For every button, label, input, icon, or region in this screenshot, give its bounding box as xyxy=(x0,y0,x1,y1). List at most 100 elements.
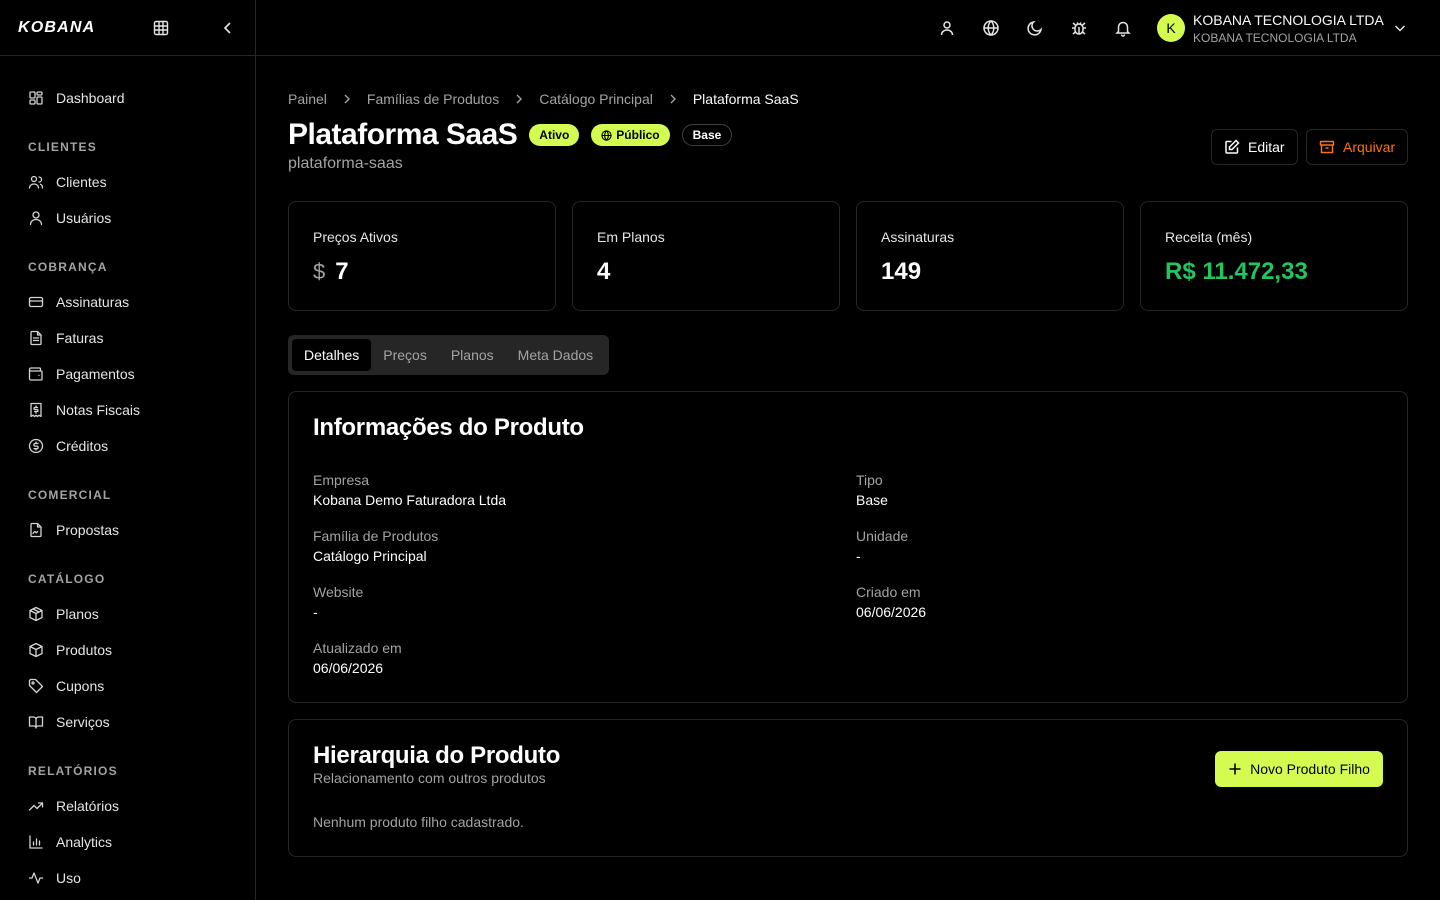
field-value: - xyxy=(313,604,318,620)
card-title: Informações do Produto xyxy=(313,414,584,441)
field-atualizado: Atualizado em 06/06/2026 xyxy=(313,640,402,676)
chevron-right-icon xyxy=(513,93,525,105)
page-title: Plataforma SaaS xyxy=(288,118,518,151)
package-icon xyxy=(28,606,44,622)
activity-icon xyxy=(28,870,44,886)
sidebar-item-notas-fiscais[interactable]: Notas Fiscais xyxy=(0,392,255,428)
user-icon xyxy=(28,210,44,226)
stat-label: Receita (mês) xyxy=(1165,229,1253,245)
sidebar-item-planos[interactable]: Planos xyxy=(0,596,255,632)
user-company: KOBANA TECNOLOGIA LTDA xyxy=(1193,31,1357,45)
field-empresa: Empresa Kobana Demo Faturadora Ltda xyxy=(313,472,506,508)
stat-card-receita: Receita (mês) R$ 11.472,33 xyxy=(1140,201,1408,311)
bar-chart-icon xyxy=(28,834,44,850)
stat-value-row: $ 7 xyxy=(313,258,531,286)
breadcrumb-current: Plataforma SaaS xyxy=(692,91,799,107)
stat-label: Preços Ativos xyxy=(313,229,398,245)
globe-icon[interactable] xyxy=(982,19,1000,37)
sidebar-item-propostas[interactable]: Propostas xyxy=(0,512,255,548)
chevron-down-icon[interactable] xyxy=(1392,20,1408,36)
sidebar-item-label: Clientes xyxy=(56,174,107,190)
grid-icon[interactable] xyxy=(153,20,169,36)
type-badge: Base xyxy=(681,124,733,146)
sidebar-section-cobrança: COBRANÇA xyxy=(28,260,108,274)
sidebar-item-pagamentos[interactable]: Pagamentos xyxy=(0,356,255,392)
sidebar-item-label: Serviços xyxy=(56,714,110,730)
globe-icon xyxy=(601,129,612,141)
sidebar-item-label: Dashboard xyxy=(56,90,125,106)
dollar-icon: $ xyxy=(313,259,326,284)
sidebar-item-relatórios[interactable]: Relatórios xyxy=(0,788,255,824)
sidebar-item-assinaturas[interactable]: Assinaturas xyxy=(0,284,255,320)
sidebar-item-label: Notas Fiscais xyxy=(56,402,141,418)
breadcrumb-familias[interactable]: Famílias de Produtos xyxy=(367,91,499,107)
sidebar-section-comercial: COMERCIAL xyxy=(28,488,112,502)
sidebar-item-cupons[interactable]: Cupons xyxy=(0,668,255,704)
field-label: Unidade xyxy=(856,528,909,544)
sidebar-item-créditos[interactable]: Créditos xyxy=(0,428,255,464)
field-value: 06/06/2026 xyxy=(313,660,384,676)
field-value: Catálogo Principal xyxy=(313,548,427,564)
sidebar-item-produtos[interactable]: Produtos xyxy=(0,632,255,668)
sidebar-nav: Dashboard CLIENTES Clientes Usuários COBRANÇ… xyxy=(0,56,255,900)
sidebar-item-analytics[interactable]: Analytics xyxy=(0,824,255,860)
sidebar-item-uso[interactable]: Uso xyxy=(0,860,255,896)
coin-icon xyxy=(28,438,44,454)
tab-precos[interactable]: Preços xyxy=(371,339,439,371)
stat-card-em-planos: Em Planos 4 xyxy=(572,201,840,311)
sidebar-item-dashboard[interactable]: Dashboard xyxy=(0,80,255,116)
chevron-right-icon xyxy=(667,93,679,105)
product-info-card: Informações do Produto Empresa Kobana De… xyxy=(288,391,1408,703)
status-badge: Ativo xyxy=(529,124,580,146)
visibility-label: Público xyxy=(616,128,660,142)
edit-button[interactable]: Editar xyxy=(1211,129,1298,165)
sidebar-item-label: Pagamentos xyxy=(56,366,135,382)
sidebar-item-label: Analytics xyxy=(56,834,113,850)
sidebar-item-label: Faturas xyxy=(56,330,104,346)
sidebar-item-label: Relatórios xyxy=(56,798,120,814)
sidebar-item-label: Cupons xyxy=(56,678,105,694)
sidebar-item-label: Assinaturas xyxy=(56,294,130,310)
sidebar-item-label: Usuários xyxy=(56,210,112,226)
tab-meta-dados[interactable]: Meta Dados xyxy=(506,339,605,371)
wallet-icon xyxy=(28,366,44,382)
field-label: Criado em xyxy=(856,584,921,600)
file-text-icon xyxy=(28,330,44,346)
book-icon xyxy=(28,714,44,730)
bell-icon[interactable] xyxy=(1114,19,1132,37)
chevron-left-icon[interactable] xyxy=(220,20,236,36)
tab-planos[interactable]: Planos xyxy=(439,339,506,371)
archive-button[interactable]: Arquivar xyxy=(1306,129,1408,165)
kobana-logo[interactable]: KOBANA xyxy=(18,19,95,37)
sidebar-item-usuários[interactable]: Usuários xyxy=(0,200,255,236)
breadcrumb-catalogo[interactable]: Catálogo Principal xyxy=(539,91,653,107)
field-label: Atualizado em xyxy=(313,640,402,656)
user-icon[interactable] xyxy=(938,19,956,37)
tab-detalhes[interactable]: Detalhes xyxy=(292,339,372,371)
field-tipo: Tipo Base xyxy=(856,472,888,508)
user-name[interactable]: KOBANA TECNOLOGIA LTDA xyxy=(1193,12,1384,28)
product-hierarchy-card: Hierarquia do Produto Relacionamento com… xyxy=(288,719,1408,857)
field-criado: Criado em 06/06/2026 xyxy=(856,584,926,620)
sidebar-item-faturas[interactable]: Faturas xyxy=(0,320,255,356)
credit-card-icon xyxy=(28,294,44,310)
stat-label: Em Planos xyxy=(597,229,665,245)
moon-icon[interactable] xyxy=(1026,19,1044,37)
new-child-product-button[interactable]: Novo Produto Filho xyxy=(1215,751,1383,787)
edit-label: Editar xyxy=(1248,139,1285,155)
breadcrumb-painel[interactable]: Painel xyxy=(288,91,327,107)
sidebar-item-clientes[interactable]: Clientes xyxy=(0,164,255,200)
tab-list: Detalhes Preços Planos Meta Dados xyxy=(288,335,610,375)
archive-label: Arquivar xyxy=(1343,139,1396,155)
stat-card-assinaturas: Assinaturas 149 xyxy=(856,201,1124,311)
field-value: 06/06/2026 xyxy=(856,604,927,620)
field-website: Website - xyxy=(313,584,363,620)
sidebar-section-relatórios: RELATÓRIOS xyxy=(28,764,118,778)
avatar[interactable]: K xyxy=(1157,14,1185,42)
empty-state: Nenhum produto filho cadastrado. xyxy=(313,814,524,830)
stat-value: 7 xyxy=(335,258,349,285)
trending-up-icon xyxy=(28,798,44,814)
bug-icon[interactable] xyxy=(1070,19,1088,37)
visibility-badge: Público xyxy=(591,124,670,146)
sidebar-item-serviços[interactable]: Serviços xyxy=(0,704,255,740)
